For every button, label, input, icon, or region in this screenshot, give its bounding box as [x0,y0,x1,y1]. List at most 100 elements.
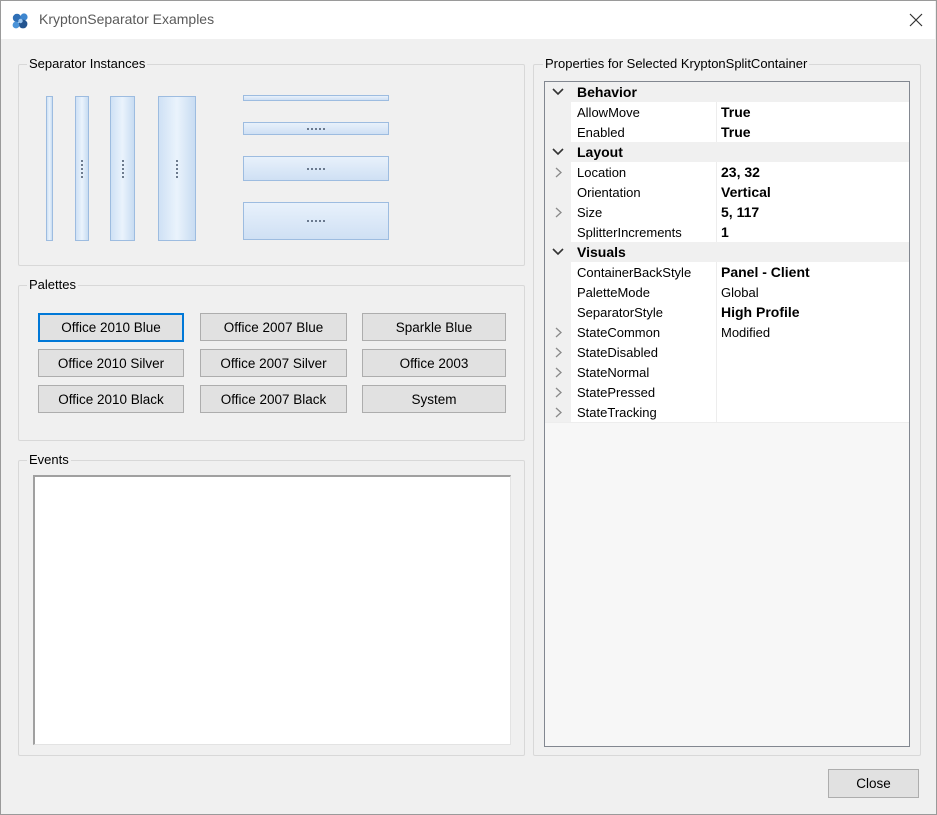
grip-dots-icon [81,158,83,179]
property-column-divider [716,362,717,382]
chevron-right-icon[interactable] [551,205,565,219]
property-value[interactable]: True [721,104,751,120]
property-value[interactable]: 1 [721,224,729,240]
property-category-row[interactable]: Behavior [545,82,909,102]
property-value[interactable]: 23, 32 [721,164,760,180]
palette-office-2003-button[interactable]: Office 2003 [362,349,506,377]
chevron-right-icon[interactable] [551,345,565,359]
close-window-icon[interactable] [897,2,935,38]
property-value[interactable]: Global [721,285,759,300]
property-row[interactable]: StateTracking [545,402,909,423]
property-row-margin [545,102,571,122]
horizontal-separator-1[interactable] [243,95,389,101]
property-row[interactable]: StatePressed [545,382,909,403]
chevron-down-icon[interactable] [551,145,565,159]
property-row[interactable]: PaletteMode Global [545,282,909,303]
grip-dots-icon [176,158,178,179]
property-column-divider [716,182,717,202]
palette-office-2007-silver-button[interactable]: Office 2007 Silver [200,349,347,377]
property-name: StateTracking [577,405,657,420]
palette-office-2010-blue-button[interactable]: Office 2010 Blue [38,313,184,342]
window-title: KryptonSeparator Examples [39,11,215,27]
events-listbox[interactable] [33,475,511,745]
property-grid[interactable]: Behavior AllowMove True Enabled True Layout Lo… [544,81,910,747]
property-value[interactable]: Panel - Client [721,264,810,280]
property-row[interactable]: StateDisabled [545,342,909,363]
property-name: SplitterIncrements [577,225,682,240]
property-row[interactable]: Enabled True [545,122,909,143]
property-value[interactable]: High Profile [721,304,800,320]
chevron-right-icon[interactable] [551,325,565,339]
property-name: Enabled [577,125,625,140]
property-name: PaletteMode [577,285,650,300]
title-bar[interactable]: KryptonSeparator Examples [1,1,935,39]
property-row[interactable]: SeparatorStyle High Profile [545,302,909,323]
property-name: Size [577,205,603,220]
property-category-label: Layout [577,144,623,160]
vertical-separator-3[interactable] [110,96,135,241]
chevron-right-icon[interactable] [551,385,565,399]
horizontal-separator-4[interactable] [243,202,389,240]
property-row[interactable]: Location 23, 32 [545,162,909,183]
property-category-row[interactable]: Layout [545,142,909,162]
property-category-row[interactable]: Visuals [545,242,909,262]
property-name: ContainerBackStyle [577,265,692,280]
palette-sparkle-blue-button[interactable]: Sparkle Blue [362,313,506,341]
vertical-separator-1[interactable] [46,96,53,241]
property-row-margin [545,182,571,202]
palette-office-2007-black-button[interactable]: Office 2007 Black [200,385,347,413]
property-row[interactable]: StateCommon Modified [545,322,909,343]
property-column-divider [716,302,717,322]
chevron-right-icon[interactable] [551,365,565,379]
property-value[interactable]: Modified [721,325,770,340]
property-row[interactable]: SplitterIncrements 1 [545,222,909,243]
property-row[interactable]: Size 5, 117 [545,202,909,223]
property-name: Location [577,165,627,180]
property-name: SeparatorStyle [577,305,663,320]
property-column-divider [716,322,717,342]
property-row[interactable]: StateNormal [545,362,909,383]
property-row-margin [545,122,571,142]
grip-dots-icon [121,158,124,179]
property-row-margin [545,282,571,302]
property-row[interactable]: Orientation Vertical [545,182,909,203]
palette-office-2010-black-button[interactable]: Office 2010 Black [38,385,184,413]
property-value[interactable]: True [721,124,751,140]
property-column-divider [716,222,717,242]
grip-dots-icon [306,127,326,130]
property-column-divider [716,202,717,222]
krypton-app-icon [11,11,31,31]
chevron-right-icon[interactable] [551,405,565,419]
property-name: AllowMove [577,105,640,120]
grip-dots-icon [306,167,326,170]
property-name: Orientation [577,185,641,200]
property-row-margin [545,302,571,322]
property-row-margin [545,262,571,282]
palette-office-2007-blue-button[interactable]: Office 2007 Blue [200,313,347,341]
property-row[interactable]: AllowMove True [545,102,909,123]
close-button[interactable]: Close [828,769,919,798]
property-column-divider [716,262,717,282]
property-column-divider [716,102,717,122]
horizontal-separator-2[interactable] [243,122,389,135]
property-column-divider [716,402,717,422]
grip-dots-icon [306,220,326,222]
property-category-label: Visuals [577,244,626,260]
chevron-down-icon[interactable] [551,245,565,259]
palette-system-button[interactable]: System [362,385,506,413]
property-name: StateCommon [577,325,661,340]
separator-instances-label: Separator Instances [27,56,148,71]
vertical-separator-2[interactable] [75,96,89,241]
chevron-right-icon[interactable] [551,165,565,179]
property-row[interactable]: ContainerBackStyle Panel - Client [545,262,909,283]
vertical-separator-4[interactable] [158,96,196,241]
property-column-divider [716,122,717,142]
events-label: Events [27,452,71,467]
palettes-label: Palettes [27,277,78,292]
property-value[interactable]: 5, 117 [721,204,759,220]
property-name: StateDisabled [577,345,658,360]
palette-office-2010-silver-button[interactable]: Office 2010 Silver [38,349,184,377]
horizontal-separator-3[interactable] [243,156,389,181]
chevron-down-icon[interactable] [551,85,565,99]
property-value[interactable]: Vertical [721,184,771,200]
